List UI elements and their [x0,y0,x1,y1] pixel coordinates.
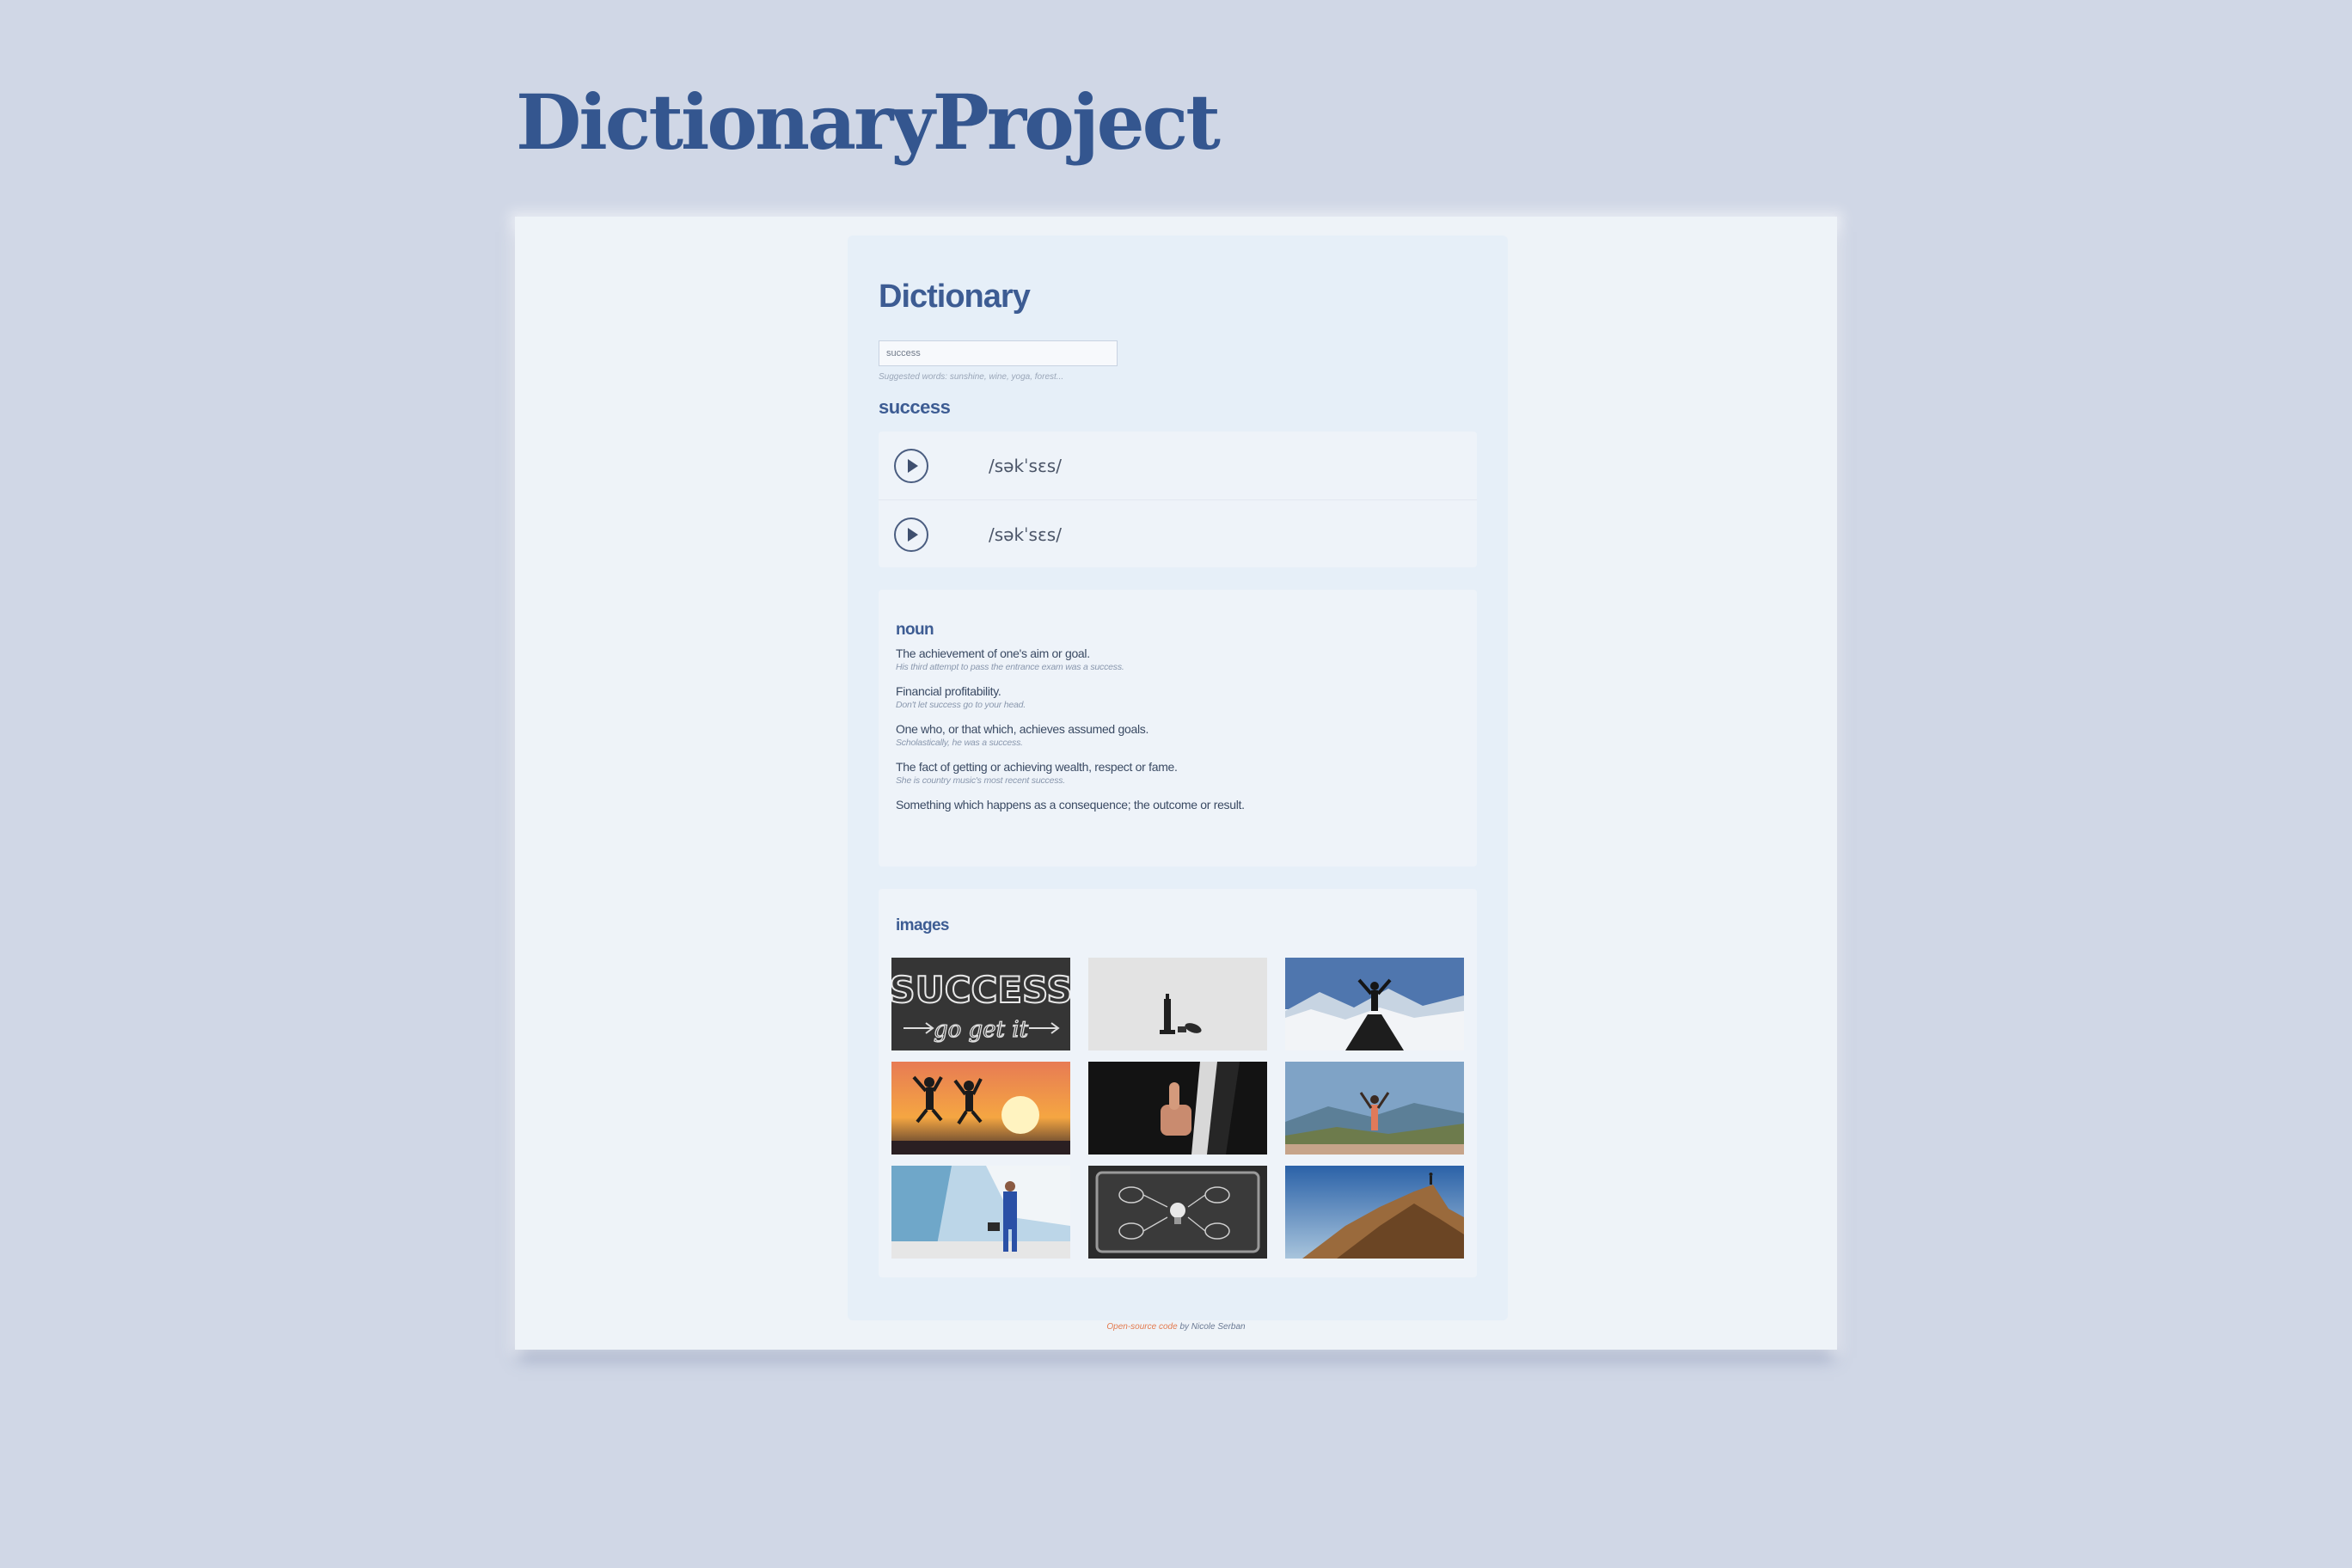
play-icon[interactable] [894,517,928,552]
phonetic-text: /səkˈsɛs/ [989,455,1062,476]
phonetic-row: /səkˈsɛs/ [879,432,1477,499]
search-input[interactable] [879,340,1118,366]
image-businessman-briefcase[interactable] [891,1166,1070,1259]
open-source-link[interactable]: Open-source code [1106,1322,1177,1332]
definition-example: His third attempt to pass the entrance e… [896,662,1124,672]
definition-example: Scholastically, he was a success. [896,738,1023,748]
definition-example: She is country music's most recent succe… [896,775,1066,786]
image-mountain-boardwalk[interactable] [1285,958,1464,1050]
footer: Open-source code by Nicole Serban [515,1322,1837,1332]
definition-list: The achievement of one's aim or goal. Hi… [896,646,1463,824]
image-rocky-summit[interactable] [1285,1166,1464,1259]
image-success-chalkboard[interactable]: SUCCESS go get it [891,958,1070,1050]
phonetic-row: /səkˈsɛs/ [879,499,1477,568]
definition-text: Something which happens as a consequence… [896,798,1245,812]
definitions-panel: noun The achievement of one's aim or goa… [879,590,1477,867]
definition-item: Something which happens as a consequence… [896,798,1463,812]
tile-text: SUCCESS [891,969,1070,1011]
definition-text: Financial profitability. [896,684,1001,698]
tile-text: go get it [934,1017,1029,1043]
image-chalkboard-lightbulb[interactable] [1088,1166,1267,1259]
part-of-speech: noun [896,621,934,639]
author-credit: by Nicole Serban [1177,1322,1246,1332]
image-sunset-jump[interactable] [891,1062,1070,1155]
definition-item: The fact of getting or achieving wealth,… [896,760,1463,786]
brand-title: DictionaryProject [516,77,1221,167]
definition-text: One who, or that which, achieves assumed… [896,722,1149,736]
suggested-words-hint: Suggested words: sunshine, wine, yoga, f… [879,372,1064,382]
image-thumbs-up[interactable] [1088,1062,1267,1155]
definition-item: The achievement of one's aim or goal. Hi… [896,646,1463,672]
definition-text: The fact of getting or achieving wealth,… [896,760,1178,774]
phonetic-text: /səkˈsɛs/ [989,524,1062,545]
definition-text: The achievement of one's aim or goal. [896,646,1090,660]
images-label: images [896,916,949,934]
result-word: success [879,396,951,418]
app-title: Dictionary [879,279,1031,315]
app-frame: Dictionary Suggested words: sunshine, wi… [515,217,1837,1350]
images-panel: images SUCCESS go get it [879,889,1477,1277]
dictionary-card: Dictionary Suggested words: sunshine, wi… [848,236,1508,1320]
image-hiker-summit[interactable] [1285,1062,1464,1155]
definition-item: Financial profitability. Don't let succe… [896,684,1463,710]
phonetics-panel: /səkˈsɛs/ /səkˈsɛs/ [879,432,1477,567]
definition-item: One who, or that which, achieves assumed… [896,722,1463,748]
play-icon[interactable] [894,448,928,483]
image-chess[interactable] [1088,958,1267,1050]
definition-example: Don't let success go to your head. [896,700,1026,710]
